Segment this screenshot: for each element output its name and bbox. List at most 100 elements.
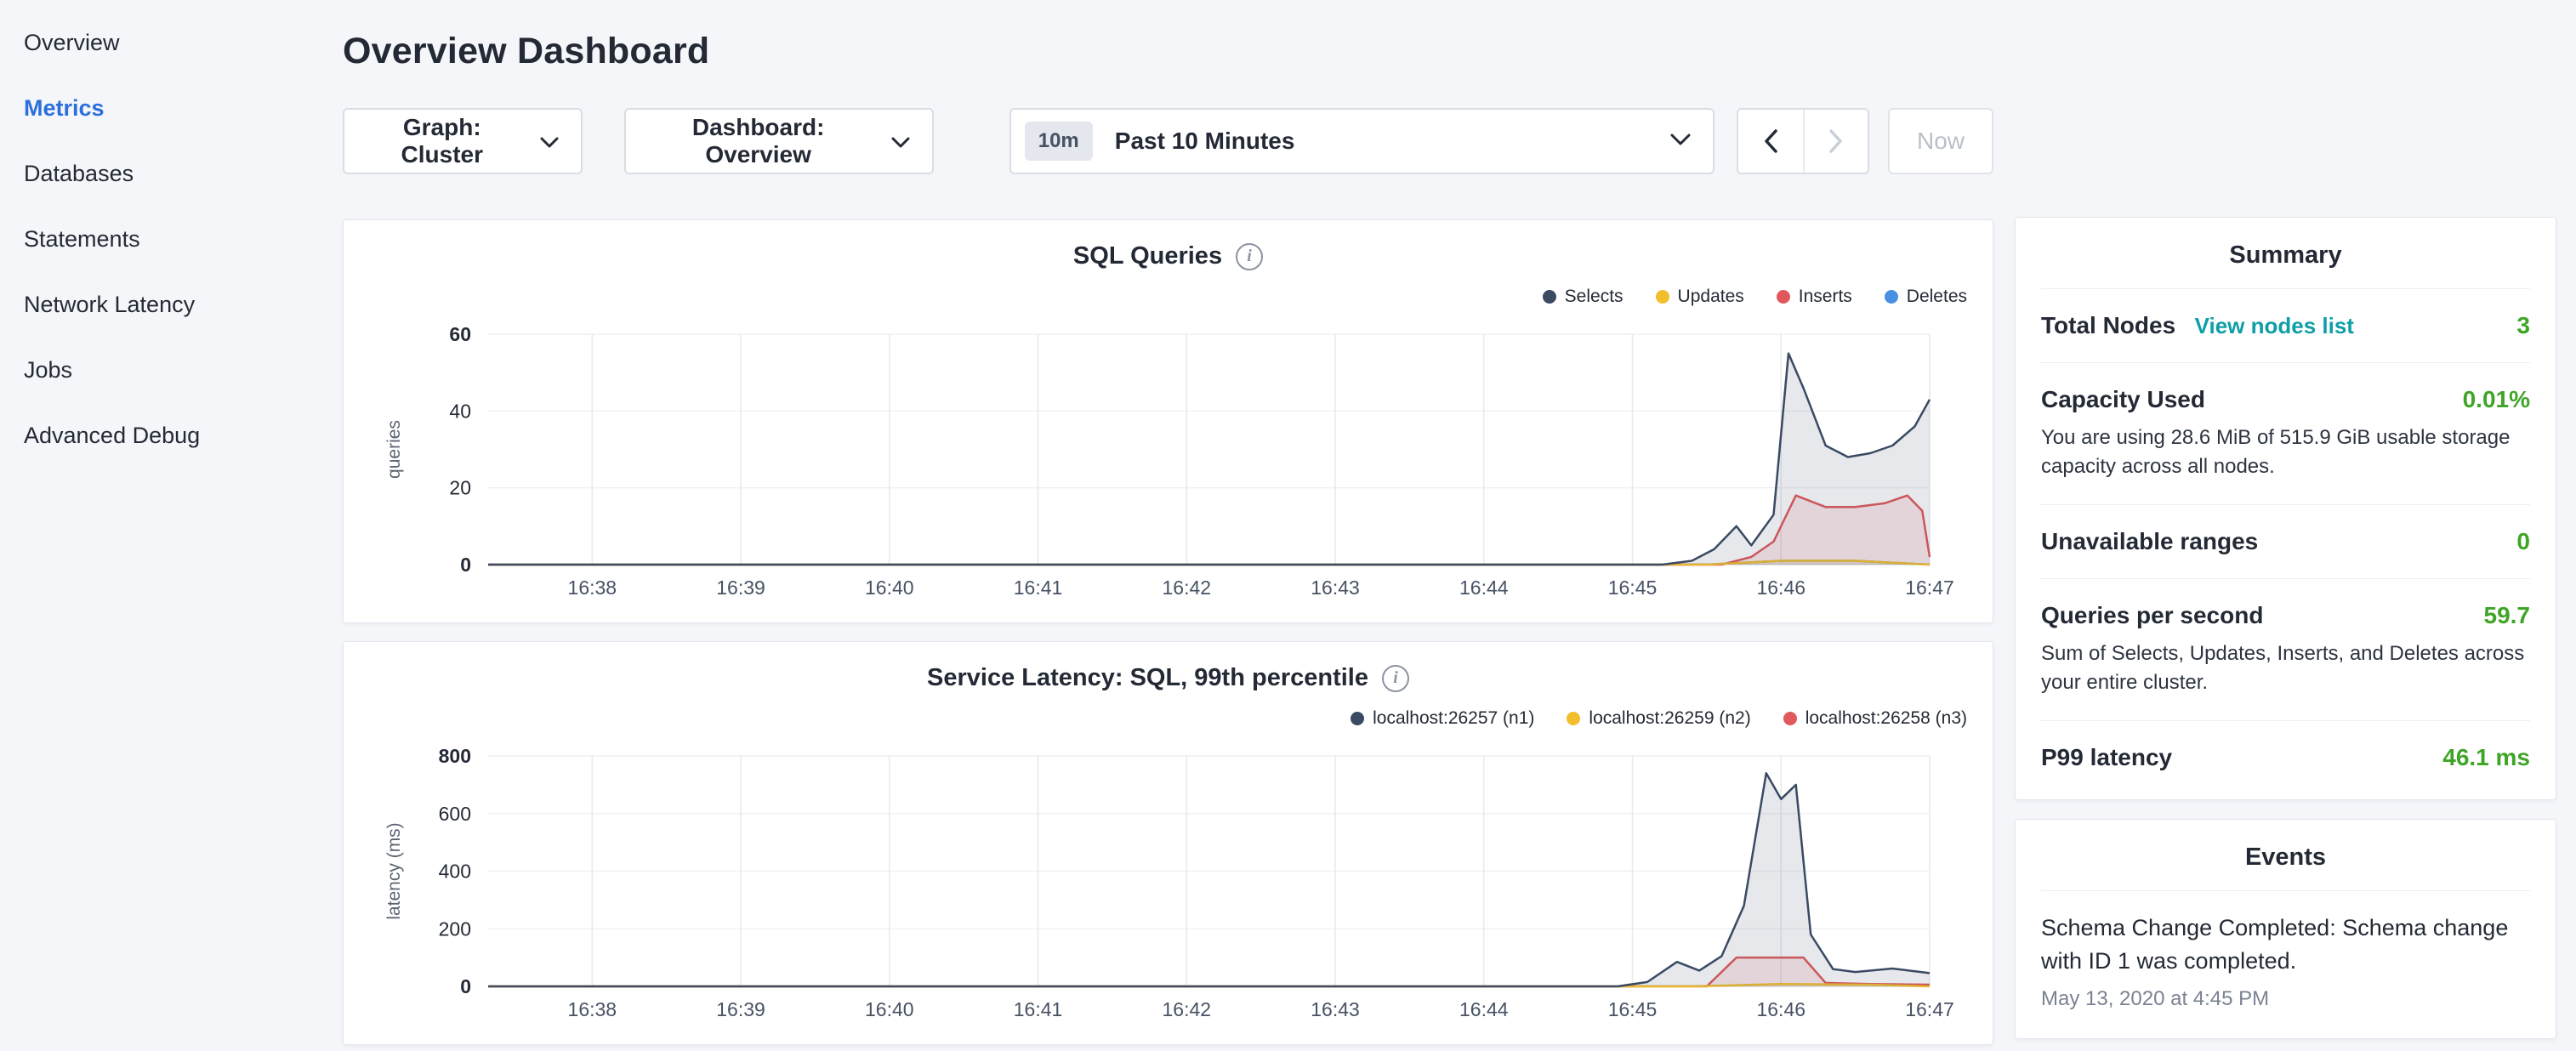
chart-title-text: SQL Queries xyxy=(1073,242,1222,270)
svg-text:16:45: 16:45 xyxy=(1608,577,1658,599)
svg-text:latency (ms): latency (ms) xyxy=(384,822,404,919)
sql-queries-chart-card: SQL Queries i Selects Updates Inserts Delet… xyxy=(343,219,1993,623)
svg-text:16:38: 16:38 xyxy=(568,998,617,1020)
sidebar: Overview Metrics Databases Statements Ne… xyxy=(0,0,338,469)
graph-dropdown[interactable]: Graph: Cluster xyxy=(343,108,583,174)
legend-item[interactable]: localhost:26257 (n1) xyxy=(1351,708,1534,729)
sidebar-item-databases[interactable]: Databases xyxy=(0,141,338,207)
legend-item[interactable]: Updates xyxy=(1656,287,1744,307)
summary-value: 0.01% xyxy=(2463,386,2530,413)
dashboard-dropdown[interactable]: Dashboard: Overview xyxy=(624,108,934,174)
sidebar-item-jobs[interactable]: Jobs xyxy=(0,338,338,403)
service-latency-chart: 16:3816:3916:4016:4116:4216:4316:4416:45… xyxy=(369,736,1967,1029)
chart-title: SQL Queries i xyxy=(1073,242,1263,270)
svg-text:16:43: 16:43 xyxy=(1311,577,1360,599)
chart-legend: Selects Updates Inserts Deletes xyxy=(369,283,1967,310)
time-next-button[interactable] xyxy=(1803,110,1868,173)
view-nodes-link[interactable]: View nodes list xyxy=(2195,313,2354,338)
chevron-down-icon xyxy=(1670,134,1691,149)
svg-text:16:47: 16:47 xyxy=(1905,998,1954,1020)
legend-label: localhost:26259 (n2) xyxy=(1589,708,1750,729)
summary-value: 59.7 xyxy=(2484,602,2531,629)
legend-dot-icon xyxy=(1777,290,1790,304)
dashboard-dropdown-label: Dashboard: Overview xyxy=(648,114,869,168)
svg-text:16:45: 16:45 xyxy=(1608,998,1658,1020)
svg-text:16:42: 16:42 xyxy=(1163,577,1212,599)
toolbar: Graph: Cluster Dashboard: Overview 10m P… xyxy=(343,108,1993,174)
svg-text:16:39: 16:39 xyxy=(716,577,765,599)
legend-label: Updates xyxy=(1678,287,1744,307)
page-title: Overview Dashboard xyxy=(343,31,1993,72)
svg-text:0: 0 xyxy=(460,554,471,576)
svg-text:400: 400 xyxy=(439,861,471,883)
svg-text:16:42: 16:42 xyxy=(1163,998,1212,1020)
time-range-label: Past 10 Minutes xyxy=(1115,128,1649,155)
legend-dot-icon xyxy=(1543,290,1556,304)
svg-text:16:47: 16:47 xyxy=(1905,577,1954,599)
events-panel: Events Schema Change Completed: Schema c… xyxy=(2015,819,2556,1038)
chevron-down-icon xyxy=(891,128,910,155)
summary-label: Queries per second xyxy=(2041,602,2263,629)
legend-label: Deletes xyxy=(1907,287,1967,307)
svg-text:16:40: 16:40 xyxy=(865,577,914,599)
svg-text:0: 0 xyxy=(460,975,471,997)
chart-title-text: Service Latency: SQL, 99th percentile xyxy=(927,664,1368,692)
info-icon[interactable]: i xyxy=(1382,665,1409,692)
summary-label: Total Nodes xyxy=(2041,312,2175,338)
sidebar-item-statements[interactable]: Statements xyxy=(0,207,338,272)
chevron-down-icon xyxy=(540,128,559,155)
info-icon[interactable]: i xyxy=(1236,243,1263,270)
graph-dropdown-label: Graph: Cluster xyxy=(367,114,518,168)
legend-item[interactable]: Selects xyxy=(1543,287,1624,307)
svg-text:40: 40 xyxy=(449,400,471,422)
legend-dot-icon xyxy=(1567,712,1580,725)
event-timestamp: May 13, 2020 at 4:45 PM xyxy=(2041,987,2530,1011)
right-column: Summary Total Nodes View nodes list 3 Ca… xyxy=(2015,217,2556,1039)
svg-text:16:46: 16:46 xyxy=(1756,998,1805,1020)
svg-text:16:44: 16:44 xyxy=(1459,998,1509,1020)
svg-text:16:40: 16:40 xyxy=(865,998,914,1020)
legend-dot-icon xyxy=(1656,290,1669,304)
service-latency-chart-card: Service Latency: SQL, 99th percentile i … xyxy=(343,641,1993,1045)
sidebar-item-network-latency[interactable]: Network Latency xyxy=(0,272,338,338)
legend-item[interactable]: Deletes xyxy=(1885,287,1967,307)
summary-row-queries-per-second: Queries per second 59.7 Sum of Selects, … xyxy=(2041,578,2530,720)
summary-row-capacity-used: Capacity Used 0.01% You are using 28.6 M… xyxy=(2041,362,2530,504)
legend-label: Inserts xyxy=(1799,287,1852,307)
summary-row-unavailable-ranges: Unavailable ranges 0 xyxy=(2041,504,2530,578)
time-range-badge: 10m xyxy=(1025,122,1093,161)
svg-text:600: 600 xyxy=(439,803,471,825)
summary-value: 0 xyxy=(2516,528,2530,555)
legend-item[interactable]: Inserts xyxy=(1777,287,1852,307)
svg-text:200: 200 xyxy=(439,917,471,940)
svg-text:queries: queries xyxy=(384,420,404,479)
svg-text:60: 60 xyxy=(449,323,471,345)
legend-dot-icon xyxy=(1885,290,1898,304)
svg-text:16:41: 16:41 xyxy=(1014,577,1063,599)
svg-text:16:43: 16:43 xyxy=(1311,998,1360,1020)
main-content: Overview Dashboard Graph: Cluster Dashbo… xyxy=(343,0,1993,1045)
legend-label: Selects xyxy=(1565,287,1624,307)
legend-item[interactable]: localhost:26259 (n2) xyxy=(1567,708,1750,729)
time-prev-button[interactable] xyxy=(1738,110,1803,173)
legend-label: localhost:26258 (n3) xyxy=(1805,708,1967,729)
event-item[interactable]: Schema Change Completed: Schema change w… xyxy=(2041,890,2530,1032)
chart-title: Service Latency: SQL, 99th percentile i xyxy=(927,664,1409,692)
summary-title: Summary xyxy=(2041,218,2530,288)
summary-panel: Summary Total Nodes View nodes list 3 Ca… xyxy=(2015,217,2556,800)
legend-dot-icon xyxy=(1783,712,1797,725)
sidebar-item-metrics[interactable]: Metrics xyxy=(0,76,338,141)
sidebar-item-advanced-debug[interactable]: Advanced Debug xyxy=(0,403,338,469)
event-message: Schema Change Completed: Schema change w… xyxy=(2041,912,2530,978)
summary-label: P99 latency xyxy=(2041,744,2172,771)
time-range-dropdown[interactable]: 10m Past 10 Minutes xyxy=(1009,108,1715,174)
legend-item[interactable]: localhost:26258 (n3) xyxy=(1783,708,1967,729)
now-button[interactable]: Now xyxy=(1888,108,1993,174)
svg-text:800: 800 xyxy=(439,745,471,767)
summary-value: 3 xyxy=(2516,312,2530,339)
legend-dot-icon xyxy=(1351,712,1364,725)
svg-text:16:39: 16:39 xyxy=(716,998,765,1020)
summary-row-total-nodes: Total Nodes View nodes list 3 xyxy=(2041,288,2530,362)
chart-header: Service Latency: SQL, 99th percentile i xyxy=(369,664,1967,702)
sidebar-item-overview[interactable]: Overview xyxy=(0,10,338,76)
